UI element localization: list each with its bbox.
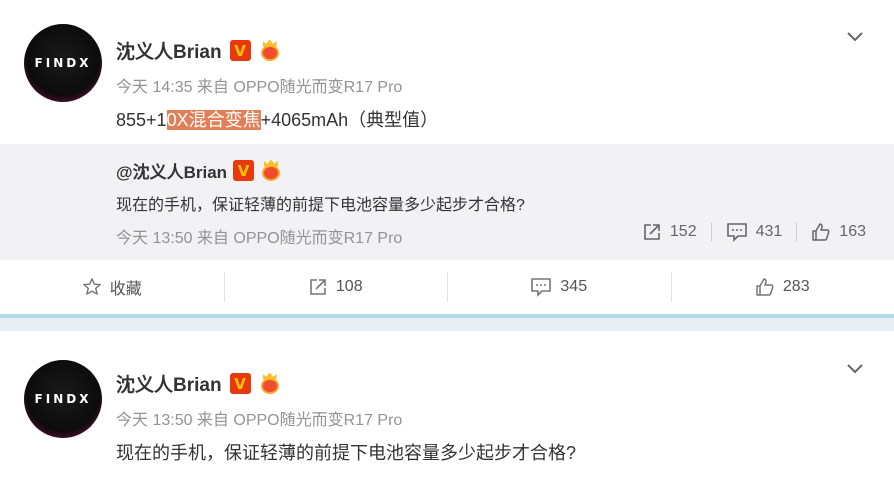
repost-like-button[interactable]: 163	[811, 222, 866, 242]
reposted-content[interactable]: @沈义人Brian V 现在的手机，保证轻薄的前提下电池容量多少起步才合格? 今…	[0, 144, 894, 260]
content-text: +4065mAh（典型值）	[260, 110, 439, 130]
verified-badge-text: V	[237, 161, 250, 180]
verified-badge-icon[interactable]: V	[229, 40, 251, 61]
divider	[710, 223, 712, 241]
weibo-post: FINDX 沈义人Brian V 今天 13:50 来自 OPPO随光而变R17…	[0, 331, 894, 487]
avatar-logo-text: FINDX	[34, 392, 92, 406]
repost-text: 现在的手机，保证轻薄的前提下电池容量多少起步才合格?	[116, 197, 525, 214]
like-count: 163	[839, 223, 866, 240]
content-text: 855+1	[116, 110, 167, 130]
member-crown-icon[interactable]	[259, 39, 281, 62]
comment-button[interactable]: 345	[447, 260, 671, 314]
thumbs-up-icon	[755, 277, 775, 297]
feed-divider	[0, 314, 894, 331]
verified-badge-text: V	[234, 41, 246, 60]
weibo-post: FINDX 沈义人Brian V 今天 14:35 来自 OPPO随光而变R17…	[0, 0, 894, 314]
post-meta[interactable]: 今天 13:50 来自 OPPO随光而变R17 Pro	[116, 406, 402, 430]
comment-icon	[530, 277, 552, 297]
repost-username[interactable]: @沈义人Brian	[116, 158, 227, 183]
repost-meta[interactable]: 今天 13:50 来自 OPPO随光而变R17 Pro	[116, 224, 402, 248]
comment-icon	[726, 222, 748, 242]
member-crown-icon[interactable]	[260, 159, 282, 182]
like-count: 283	[782, 278, 810, 295]
share-icon	[642, 222, 662, 242]
username[interactable]: 沈义人Brian	[116, 370, 222, 397]
divider	[796, 223, 798, 241]
author-row: 沈义人Brian V	[116, 370, 281, 397]
thumbs-up-icon	[811, 222, 831, 242]
chevron-down-icon[interactable]	[846, 27, 864, 45]
verified-badge-icon[interactable]: V	[233, 160, 255, 181]
repost-count: 152	[669, 223, 697, 240]
avatar[interactable]: FINDX	[24, 24, 102, 102]
author-row: 沈义人Brian V	[116, 37, 281, 64]
username[interactable]: 沈义人Brian	[116, 37, 222, 64]
like-button[interactable]: 283	[670, 260, 894, 314]
repost-repost-button[interactable]: 152	[642, 222, 697, 242]
star-icon	[82, 277, 102, 297]
repost-comment-button[interactable]: 431	[726, 222, 783, 242]
post-content: 现在的手机，保证轻薄的前提下电池容量多少起步才合格?	[116, 443, 577, 463]
avatar[interactable]: FINDX	[24, 360, 102, 438]
member-crown-icon[interactable]	[259, 372, 281, 395]
verified-badge-text: V	[234, 374, 246, 393]
repost-stats: 152 431 163	[642, 222, 866, 242]
verified-badge-icon[interactable]: V	[229, 373, 251, 394]
post-action-bar: 收藏 108 345 283	[0, 260, 894, 314]
chevron-down-icon[interactable]	[846, 359, 864, 377]
comment-count: 345	[560, 278, 588, 295]
content-highlight: 0X混合变焦	[166, 110, 261, 130]
favorite-label: 收藏	[109, 281, 142, 298]
post-meta[interactable]: 今天 14:35 来自 OPPO随光而变R17 Pro	[116, 73, 402, 97]
post-content: 855+10X混合变焦+4065mAh（典型值）	[116, 106, 438, 132]
comment-count: 431	[755, 223, 783, 240]
share-icon	[308, 277, 328, 297]
repost-button[interactable]: 108	[223, 260, 448, 314]
repost-count: 108	[335, 278, 363, 295]
favorite-button[interactable]: 收藏	[0, 260, 224, 314]
repost-author-row: @沈义人Brian V	[116, 158, 282, 183]
avatar-logo-text: FINDX	[34, 56, 92, 70]
